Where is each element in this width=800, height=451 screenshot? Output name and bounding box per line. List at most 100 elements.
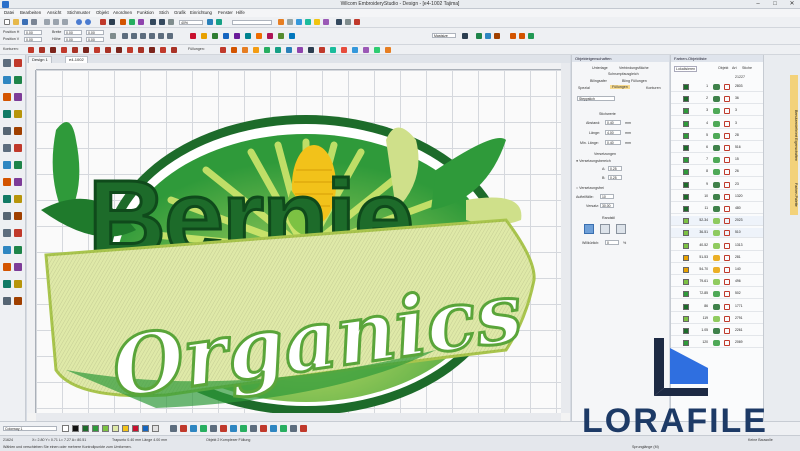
copy-icon[interactable] bbox=[53, 19, 59, 25]
new-file-icon[interactable] bbox=[4, 19, 10, 25]
zoom-out-icon[interactable] bbox=[159, 19, 165, 25]
tool-21-icon[interactable] bbox=[3, 229, 11, 237]
kontur-type-5[interactable] bbox=[72, 47, 78, 53]
object-list-row[interactable]: 51-53 281 bbox=[671, 253, 764, 263]
paste-icon[interactable] bbox=[62, 19, 68, 25]
kontur-type-12[interactable] bbox=[149, 47, 155, 53]
fill-type-10[interactable] bbox=[319, 47, 325, 53]
fill-type-16[interactable] bbox=[385, 47, 391, 53]
object-list-row[interactable]: 5 28 bbox=[671, 131, 764, 141]
machine-settings-icon[interactable] bbox=[462, 33, 468, 39]
menu-grafik[interactable]: Grafik bbox=[174, 10, 186, 15]
col-stiche[interactable]: Stiche bbox=[742, 66, 752, 70]
measure-icon[interactable] bbox=[278, 19, 284, 25]
vertical-scrollbar[interactable] bbox=[561, 63, 570, 413]
fill-type-6[interactable] bbox=[275, 47, 281, 53]
bottom-tool-8-icon[interactable] bbox=[240, 425, 247, 432]
rotate-icon[interactable] bbox=[167, 33, 173, 39]
tool-22-icon[interactable] bbox=[14, 229, 22, 237]
tool-25-icon[interactable] bbox=[3, 263, 11, 271]
motif-icon[interactable] bbox=[494, 33, 500, 39]
cut-icon[interactable] bbox=[44, 19, 50, 25]
menu-stich[interactable]: Stich bbox=[159, 10, 169, 15]
object-list-row[interactable]: 1 2803 bbox=[671, 82, 764, 92]
object-list-row[interactable]: 79-61 496 bbox=[671, 277, 764, 288]
redo-icon[interactable] bbox=[85, 19, 91, 25]
object-list-row[interactable]: 1.05 2261 bbox=[671, 326, 764, 336]
bottom-tool-1-icon[interactable] bbox=[170, 425, 177, 432]
save-icon[interactable] bbox=[22, 19, 28, 25]
kontur-type-3[interactable] bbox=[50, 47, 56, 53]
tool-1-icon[interactable] bbox=[3, 59, 11, 67]
stitch-view-icon[interactable] bbox=[129, 19, 135, 25]
record-icon[interactable] bbox=[354, 19, 360, 25]
tool-26-icon[interactable] bbox=[14, 263, 22, 271]
tool-13-icon[interactable] bbox=[3, 161, 11, 169]
zoom-in-icon[interactable] bbox=[150, 19, 156, 25]
distribute-icon[interactable] bbox=[131, 33, 137, 39]
object-list-row[interactable]: 9 23 bbox=[671, 180, 764, 190]
willkuerlich-field[interactable]: 0 bbox=[605, 240, 619, 245]
object-list-row[interactable]: 43 bbox=[671, 119, 764, 129]
tool-11-icon[interactable] bbox=[3, 144, 11, 152]
object-list-row[interactable]: 2 36 bbox=[671, 94, 764, 105]
quick-color-2[interactable] bbox=[201, 33, 207, 39]
tool-18-icon[interactable] bbox=[14, 195, 22, 203]
zoom-box-icon[interactable] bbox=[168, 19, 174, 25]
kontur-type-13[interactable] bbox=[160, 47, 166, 53]
display-icon[interactable] bbox=[296, 19, 302, 25]
tool-16-icon[interactable] bbox=[14, 178, 22, 186]
aufteilfaelle-field[interactable]: 10 bbox=[600, 194, 614, 199]
object-list-row[interactable]: 54-70 140 bbox=[671, 265, 764, 275]
ruler-icon[interactable] bbox=[345, 19, 351, 25]
palette-color-4[interactable] bbox=[92, 425, 99, 432]
group-icon[interactable] bbox=[140, 33, 146, 39]
tab-schrumpfausgleich[interactable]: Schrumpfausgleich bbox=[608, 72, 639, 76]
tool-9-icon[interactable] bbox=[3, 127, 11, 135]
object-list-row[interactable]: 40-52 1313 bbox=[671, 241, 764, 251]
kontur-type-6[interactable] bbox=[83, 47, 89, 53]
object-list-row[interactable]: 11 480 bbox=[671, 204, 764, 214]
tool-24-icon[interactable] bbox=[14, 246, 22, 254]
object-list-row[interactable]: 6 516 bbox=[671, 143, 764, 153]
tool-5-icon[interactable] bbox=[3, 93, 11, 101]
fill-type-4[interactable] bbox=[253, 47, 259, 53]
lightbulb-icon[interactable] bbox=[314, 19, 320, 25]
versetzungsbereich-radio[interactable]: ● Versetzungsbereich bbox=[576, 159, 611, 163]
laenge-field[interactable]: 4.00 bbox=[605, 130, 621, 135]
scale-x-field[interactable]: 0.00 bbox=[86, 30, 104, 35]
palette-color-8[interactable] bbox=[132, 425, 139, 432]
kontur-type-14[interactable] bbox=[171, 47, 177, 53]
rand-style-3-icon[interactable] bbox=[616, 224, 626, 234]
design-dropdown[interactable] bbox=[232, 20, 272, 25]
3d-icon[interactable] bbox=[305, 19, 311, 25]
object-list-row[interactable]: 10 1320 bbox=[671, 192, 764, 202]
quick-color-5[interactable] bbox=[234, 33, 240, 39]
quick-color-7[interactable] bbox=[256, 33, 262, 39]
fill-type-dropdown[interactable]: Steppstich bbox=[577, 96, 615, 101]
tab-e4-1002[interactable]: e4-1002 bbox=[65, 56, 88, 63]
object-list-row[interactable]: 8 26 bbox=[671, 167, 764, 178]
open-folder-icon[interactable] bbox=[13, 19, 19, 25]
kontur-type-7[interactable] bbox=[94, 47, 100, 53]
fill-type-8[interactable] bbox=[297, 47, 303, 53]
bottom-tool-9-icon[interactable] bbox=[250, 425, 257, 432]
fill-type-5[interactable] bbox=[264, 47, 270, 53]
kontur-type-10[interactable] bbox=[127, 47, 133, 53]
ungroup-icon[interactable] bbox=[149, 33, 155, 39]
bottom-tool-12-icon[interactable] bbox=[280, 425, 287, 432]
tool-3-icon[interactable] bbox=[3, 76, 11, 84]
bottom-tool-6-icon[interactable] bbox=[220, 425, 227, 432]
stop-icon[interactable] bbox=[100, 19, 106, 25]
machine-dropdown[interactable]: Mastsize bbox=[432, 33, 456, 38]
menu-datei[interactable]: Datei bbox=[4, 10, 14, 15]
mirror-icon[interactable] bbox=[158, 33, 164, 39]
fill-type-11[interactable] bbox=[330, 47, 336, 53]
color-picker-icon[interactable] bbox=[120, 19, 126, 25]
tab-color-palette[interactable]: Farben-Palette bbox=[790, 175, 798, 215]
tool-8-icon[interactable] bbox=[14, 110, 22, 118]
align-icon[interactable] bbox=[122, 33, 128, 39]
zoom-field[interactable]: 40% bbox=[179, 20, 203, 25]
abstand-field[interactable]: 0.40 bbox=[605, 120, 621, 125]
tool-29-icon[interactable] bbox=[3, 297, 11, 305]
